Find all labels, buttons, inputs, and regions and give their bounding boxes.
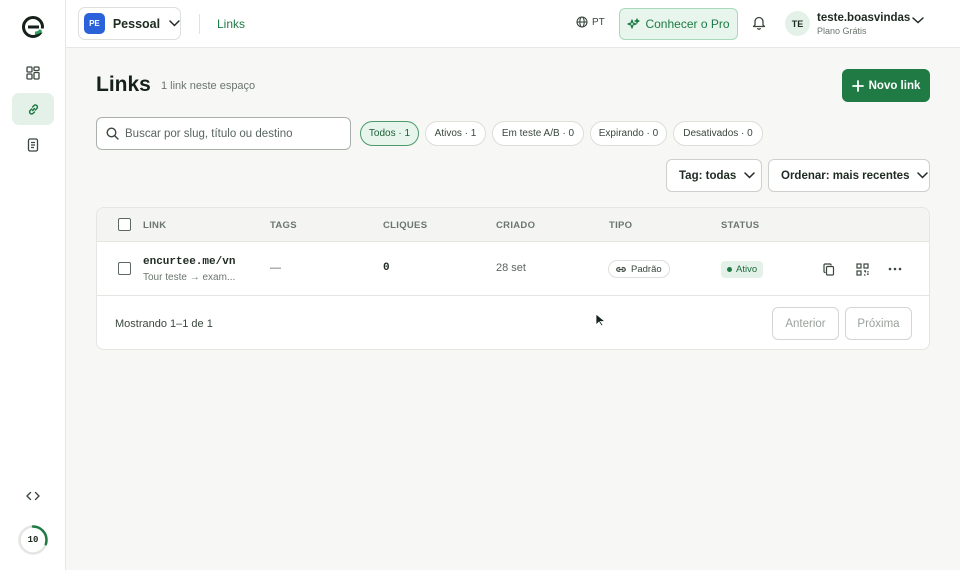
sparkles-icon	[627, 17, 641, 29]
row-checkbox[interactable]	[118, 262, 131, 275]
chevron-down-icon[interactable]	[912, 17, 924, 24]
avatar[interactable]: TE	[785, 11, 810, 36]
link-destination: Tour teste → exam...	[143, 272, 236, 283]
top-bar: PE Pessoal Links PT Conhecer o Pro TE te…	[66, 0, 960, 48]
chevron-down-icon	[169, 20, 180, 27]
chevron-down-icon	[744, 172, 756, 179]
copy-icon	[823, 262, 835, 276]
user-plan: Plano Grátis	[817, 26, 867, 36]
sidebar-item-links[interactable]	[12, 93, 54, 125]
mouse-cursor-icon	[595, 313, 607, 327]
filter-chip-active[interactable]: Ativos · 1	[425, 121, 486, 146]
new-link-button[interactable]: Novo link	[842, 69, 930, 102]
page-title: Links	[96, 73, 151, 96]
developer-button[interactable]	[22, 486, 44, 506]
sidebar: 10	[0, 0, 66, 570]
link-icon	[28, 103, 38, 115]
link-tags: —	[270, 262, 281, 274]
previous-page-button[interactable]: Anterior	[772, 307, 839, 340]
column-header-type[interactable]: TIPO	[609, 220, 632, 231]
more-horizontal-icon	[888, 267, 902, 271]
qr-code-icon	[855, 262, 869, 276]
tag-filter-label: Tag: todas	[679, 169, 737, 182]
language-selector[interactable]: PT	[576, 16, 605, 28]
user-name[interactable]: teste.boasvindas	[817, 12, 910, 24]
filter-chip-expiring[interactable]: Expirando · 0	[590, 121, 667, 146]
link-slug[interactable]: encurtee.me/vn\	[143, 256, 235, 268]
copy-link-button[interactable]	[821, 261, 837, 277]
select-all-checkbox[interactable]	[118, 218, 131, 231]
language-label: PT	[592, 16, 605, 28]
filter-chip-disabled[interactable]: Desativados · 0	[673, 121, 763, 146]
usage-value: 10	[27, 535, 39, 545]
chevron-down-icon	[917, 172, 929, 179]
link-clicks: 0	[383, 262, 390, 274]
column-header-status[interactable]: STATUS	[721, 220, 759, 231]
grid-icon	[26, 66, 40, 80]
next-page-button[interactable]: Próxima	[845, 307, 912, 340]
sidebar-item-dashboard[interactable]	[12, 57, 54, 89]
link-created: 28 set	[496, 262, 526, 274]
workspace-switcher[interactable]: PE Pessoal	[78, 7, 181, 40]
workspace-badge: PE	[84, 13, 105, 34]
search-input[interactable]	[125, 127, 340, 140]
pagination-summary: Mostrando 1–1 de 1	[115, 318, 213, 330]
qr-code-button[interactable]	[854, 261, 870, 277]
sort-label: Ordenar: mais recentes	[781, 169, 910, 182]
table-row[interactable]: encurtee.me/vn\ Tour teste → exam... — 0…	[97, 242, 929, 296]
page-subtitle: 1 link neste espaço	[161, 80, 256, 92]
sidebar-item-documents[interactable]	[12, 129, 54, 161]
table-header: LINK TAGS CLIQUES CRIADO TIPO STATUS	[97, 208, 929, 242]
type-badge: Padrão	[608, 260, 670, 278]
app-logo[interactable]	[22, 16, 44, 38]
sort-select[interactable]: Ordenar: mais recentes	[768, 159, 930, 192]
plus-icon	[851, 79, 864, 92]
search-box[interactable]	[96, 117, 351, 150]
upgrade-pro-button[interactable]: Conhecer o Pro	[619, 8, 738, 40]
divider	[199, 14, 200, 34]
document-icon	[27, 138, 39, 152]
code-icon	[26, 491, 40, 501]
column-header-clicks[interactable]: CLIQUES	[383, 220, 427, 231]
status-badge: Ativo	[721, 261, 764, 278]
filter-chip-all[interactable]: Todos · 1	[360, 121, 419, 146]
column-header-link[interactable]: LINK	[143, 220, 166, 231]
tag-filter-select[interactable]: Tag: todas	[666, 159, 762, 192]
new-link-label: Novo link	[868, 79, 921, 92]
globe-icon	[576, 16, 588, 28]
search-icon	[106, 127, 119, 140]
column-header-created[interactable]: CRIADO	[496, 220, 535, 231]
workspace-name: Pessoal	[112, 16, 161, 31]
status-label: Ativo	[736, 264, 758, 275]
status-dot	[727, 267, 732, 272]
filter-chip-ab-test[interactable]: Em teste A/B · 0	[492, 121, 584, 146]
type-label: Padrão	[631, 263, 662, 275]
column-header-tags[interactable]: TAGS	[270, 220, 297, 231]
upgrade-pro-label: Conhecer o Pro	[645, 17, 730, 31]
more-actions-button[interactable]	[887, 261, 903, 277]
breadcrumb[interactable]: Links	[217, 17, 245, 31]
links-table: LINK TAGS CLIQUES CRIADO TIPO STATUS enc…	[96, 207, 930, 350]
link-icon	[616, 266, 626, 272]
bell-icon[interactable]	[752, 15, 766, 30]
